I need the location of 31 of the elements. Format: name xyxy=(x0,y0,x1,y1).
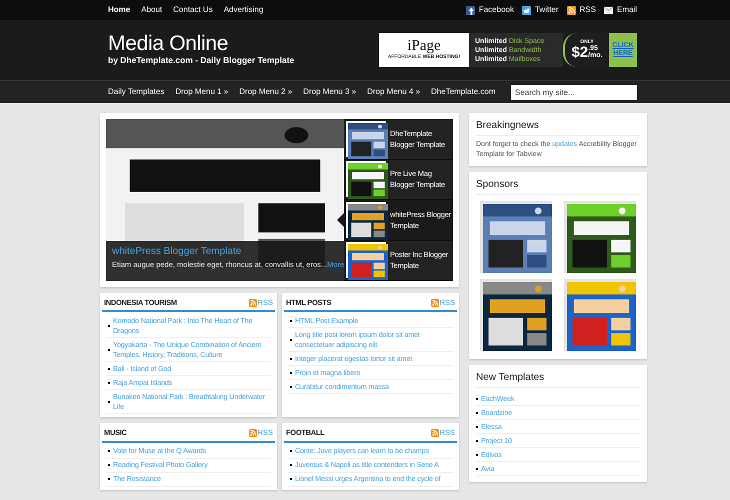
rss-icon xyxy=(566,6,576,14)
rss-icon xyxy=(248,428,257,437)
widget-title: Breakingnews xyxy=(476,118,640,136)
top-nav-link[interactable]: Advertising xyxy=(224,4,264,16)
square-icon xyxy=(466,6,475,14)
social-link[interactable]: Twitter xyxy=(534,4,559,16)
rss-icon xyxy=(248,298,257,307)
rss-icon xyxy=(430,428,439,437)
envelope-icon xyxy=(604,6,613,14)
search-field[interactable]: Search my site... xyxy=(511,84,637,100)
top-nav-link[interactable]: Contact Us xyxy=(173,4,213,16)
menu-link[interactable]: Drop Menu 4 » xyxy=(367,86,420,98)
social-link[interactable]: Email xyxy=(616,4,637,16)
bird-icon xyxy=(522,6,531,14)
menu-link[interactable]: DheTemplate.com xyxy=(431,86,496,98)
ad-brand[interactable]: iPage xyxy=(407,38,441,54)
site-title[interactable]: Media Online xyxy=(108,33,294,54)
top-nav-link[interactable]: Home xyxy=(108,4,130,16)
site-tagline: by DheTemplate.com - Daily Blogger Template xyxy=(108,54,294,67)
rss-icon xyxy=(430,298,439,307)
social-link[interactable]: RSS xyxy=(580,4,596,16)
ad-price: $2 xyxy=(571,45,588,60)
menu-link[interactable]: Drop Menu 2 » xyxy=(239,86,292,98)
menu-link[interactable]: Drop Menu 1 » xyxy=(175,86,228,98)
menu-link[interactable]: Daily Templates xyxy=(108,86,164,98)
top-nav-link[interactable]: About xyxy=(141,4,162,16)
widget-title: Sponsors xyxy=(476,177,640,195)
menu-link[interactable]: Drop Menu 3 » xyxy=(303,86,356,98)
slide-caption-title[interactable]: whitePress Blogger Template xyxy=(112,244,338,259)
social-link[interactable]: Facebook xyxy=(478,4,514,16)
widget-title: New Templates xyxy=(476,370,640,388)
